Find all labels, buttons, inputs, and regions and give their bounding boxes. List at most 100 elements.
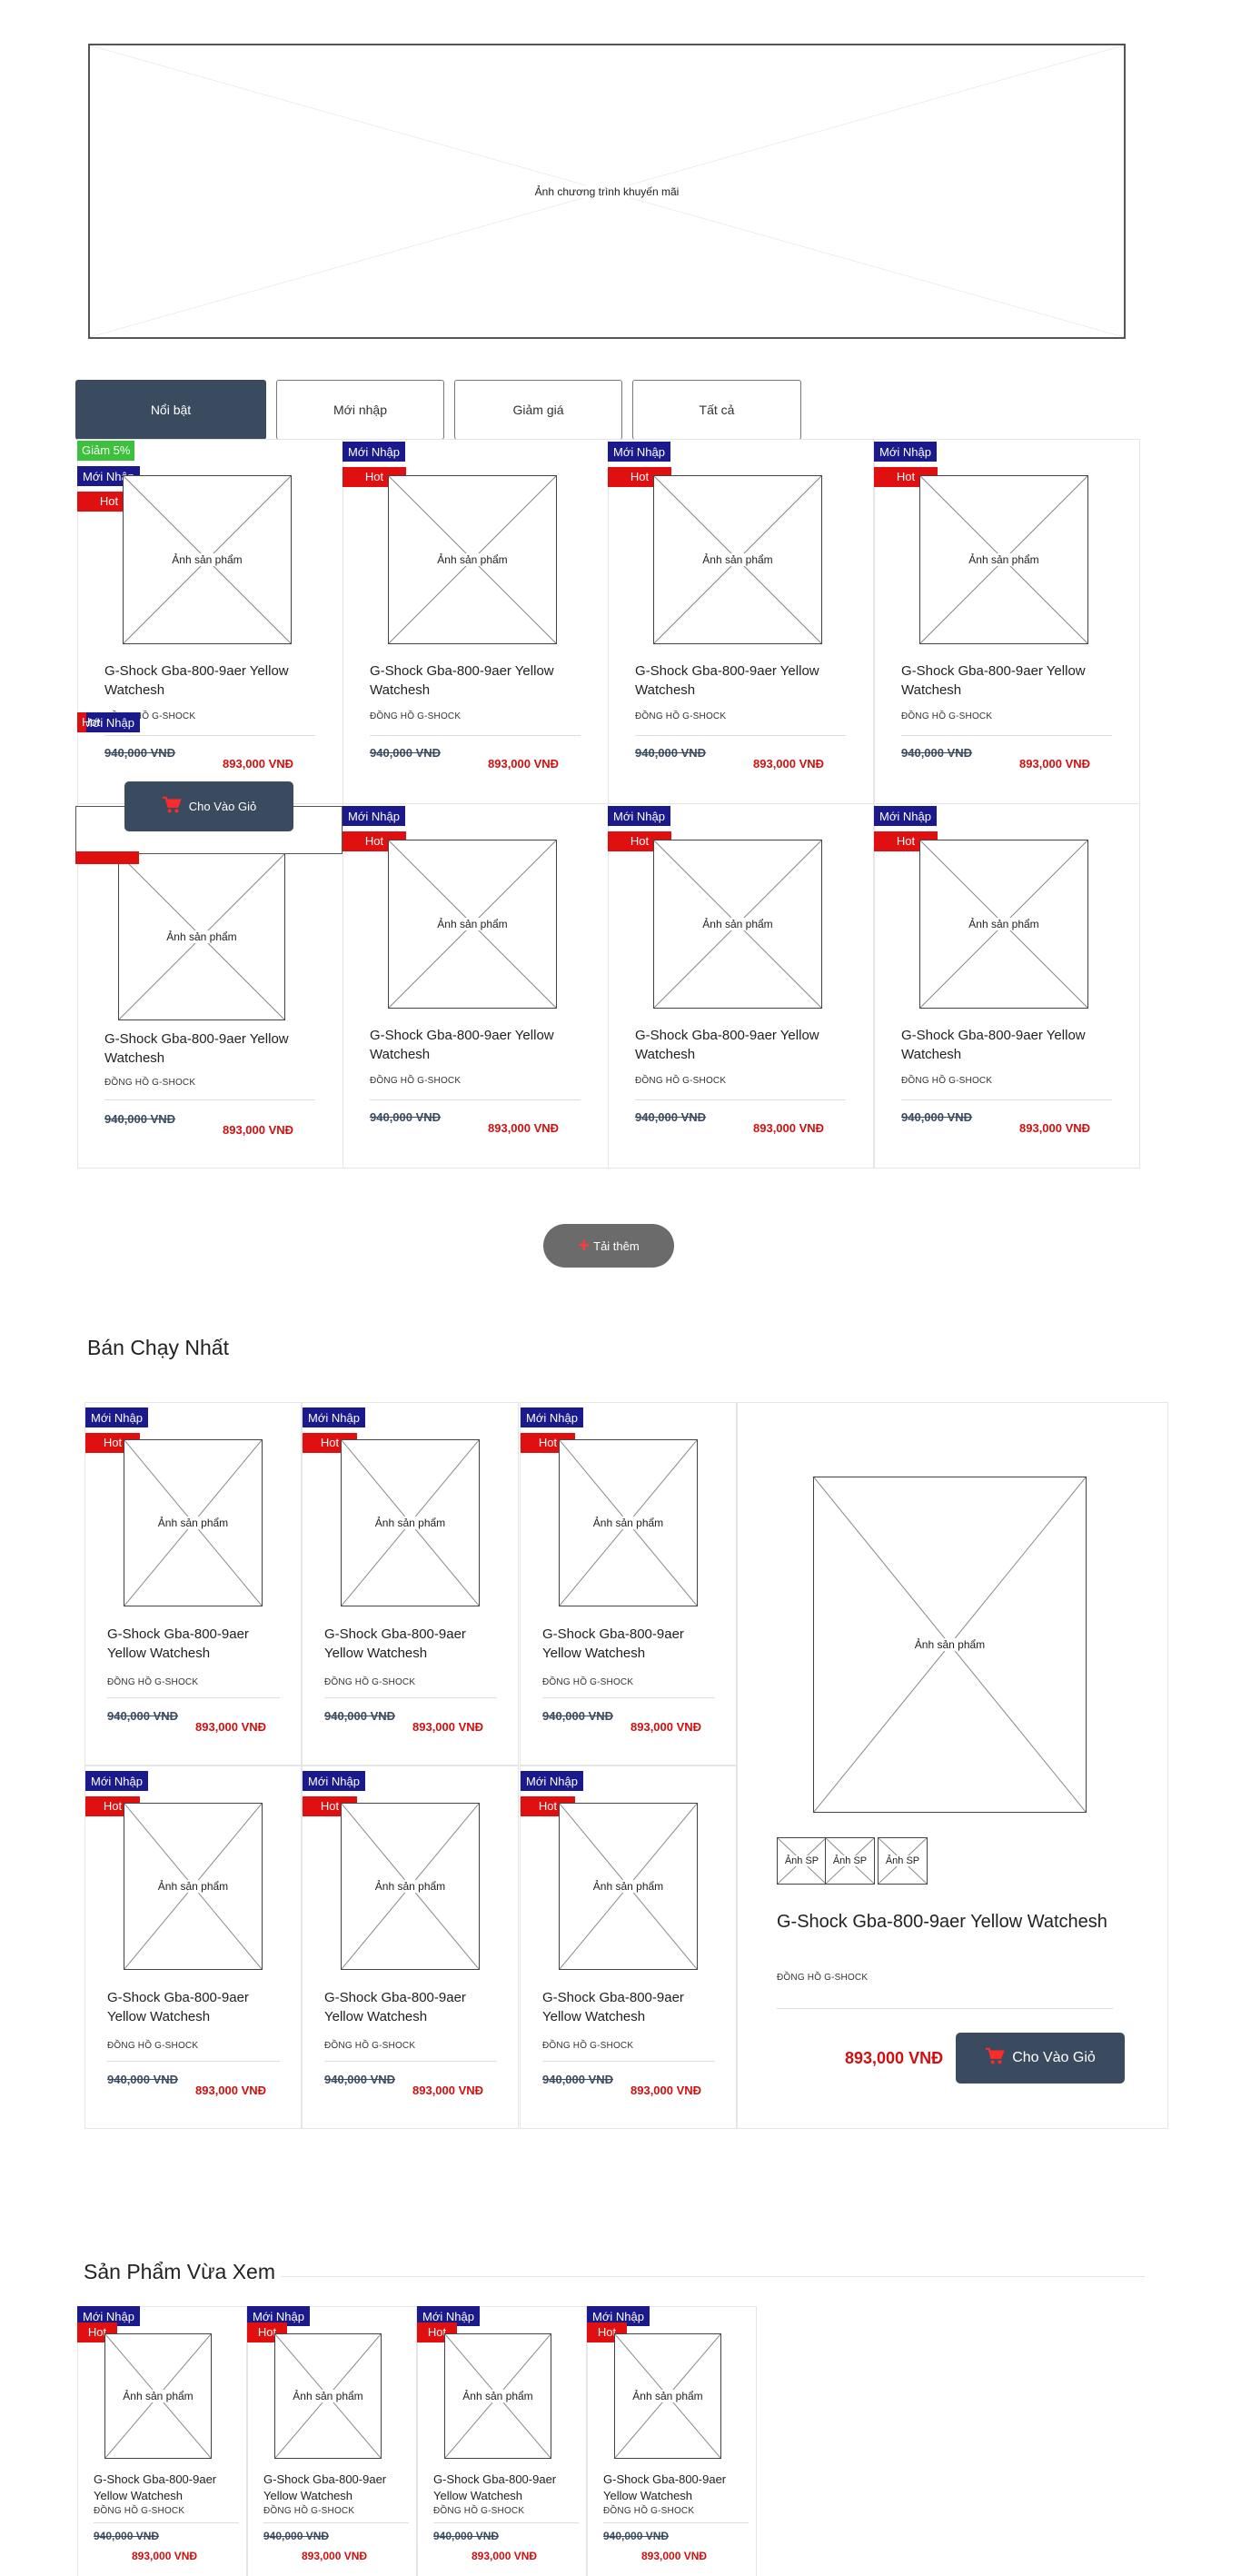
product-image[interactable]: Ảnh sản phẩm (444, 2333, 551, 2459)
product-image[interactable]: Ảnh sản phẩm (614, 2333, 721, 2459)
featured-image-label: Ảnh sản phẩm (912, 1638, 988, 1651)
product-name[interactable]: G-Shock Gba-800-9aer Yellow Watchesh (542, 1625, 715, 1663)
product-image[interactable]: Ảnh sản phẩm (274, 2333, 382, 2459)
product-image-label: Ảnh sản phẩm (700, 918, 775, 930)
product-name[interactable]: G-Shock Gba-800-9aer Yellow Watchesh (104, 1029, 315, 1068)
product-name[interactable]: G-Shock Gba-800-9aer Yellow Watchesh (107, 1988, 280, 2026)
product-name[interactable]: G-Shock Gba-800-9aer Yellow Watchesh (370, 1026, 581, 1064)
new-badge: Mới Nhập (303, 1407, 365, 1427)
new-badge: Mới Nhập (608, 806, 670, 826)
new-badge: Mới Nhập (303, 1771, 365, 1791)
product-image[interactable]: Ảnh sản phẩm (919, 475, 1088, 644)
product-image-label: Ảnh sản phẩm (121, 2390, 195, 2402)
price-divider (324, 1697, 497, 1698)
product-name[interactable]: G-Shock Gba-800-9aer Yellow Watchesh (94, 2472, 239, 2504)
product-image[interactable]: Ảnh sản phẩm (653, 475, 822, 644)
product-image-label: Ảnh sản phẩm (591, 1517, 666, 1529)
product-category: ĐỒNG HỒ G-SHOCK (901, 711, 993, 721)
load-more-button[interactable]: + Tải thêm (543, 1224, 674, 1268)
product-category: ĐỒNG HỒ G-SHOCK (370, 711, 462, 721)
new-badge: Mới Nhập (874, 442, 937, 462)
product-image[interactable]: Ảnh sản phẩm (124, 1439, 263, 1606)
old-price: 940,000 VNĐ (901, 746, 973, 760)
product-name[interactable]: G-Shock Gba-800-9aer Yellow Watchesh (104, 661, 315, 700)
product-image-label: Ảnh sản phẩm (967, 553, 1041, 566)
sale-price: 893,000 VNĐ (1019, 1121, 1091, 1135)
product-image-label: Ảnh sản phẩm (372, 1880, 448, 1893)
old-price: 940,000 VNĐ (370, 1110, 442, 1124)
product-name[interactable]: G-Shock Gba-800-9aer Yellow Watchesh (107, 1625, 280, 1663)
product-name[interactable]: G-Shock Gba-800-9aer Yellow Watchesh (901, 1026, 1112, 1064)
old-price: 940,000 VNĐ (635, 1110, 707, 1124)
tab-discount[interactable]: Giảm giá (454, 380, 622, 440)
product-image[interactable]: Ảnh sản phẩm (388, 475, 557, 644)
featured-add-to-cart-button[interactable]: Cho Vào Giỏ (956, 2033, 1125, 2084)
price-divider (107, 1697, 280, 1698)
recent-title: Sản Phẩm Vừa Xem (84, 2260, 275, 2283)
product-category: ĐỒNG HỒ G-SHOCK (603, 2506, 695, 2516)
featured-thumbnail-label: Ảnh SP (830, 1855, 869, 1866)
product-name[interactable]: G-Shock Gba-800-9aer Yellow Watchesh (901, 661, 1112, 700)
featured-thumbnail[interactable]: Ảnh SP (878, 1837, 928, 1885)
featured-image[interactable]: Ảnh sản phẩm (813, 1477, 1087, 1813)
product-image[interactable]: Ảnh sản phẩm (653, 840, 822, 1009)
product-name[interactable]: G-Shock Gba-800-9aer Yellow Watchesh (324, 1625, 497, 1663)
featured-name[interactable]: G-Shock Gba-800-9aer Yellow Watchesh (777, 1912, 1107, 1933)
price-divider (433, 2522, 579, 2523)
tab-new-arrivals[interactable]: Mới nhập (276, 380, 444, 440)
product-name[interactable]: G-Shock Gba-800-9aer Yellow Watchesh (433, 2472, 579, 2504)
tab-all[interactable]: Tất cả (632, 380, 801, 440)
price-divider (635, 1099, 846, 1100)
product-name[interactable]: G-Shock Gba-800-9aer Yellow Watchesh (370, 661, 581, 700)
product-image[interactable]: Ảnh sản phẩm (341, 1803, 480, 1970)
price-divider (542, 2061, 715, 2062)
featured-thumbnail[interactable]: Ảnh SP (825, 1837, 875, 1885)
product-name[interactable]: G-Shock Gba-800-9aer Yellow Watchesh (635, 661, 846, 700)
product-image-label: Ảnh sản phẩm (170, 553, 244, 566)
product-category: ĐỒNG HỒ G-SHOCK (107, 2041, 199, 2051)
price-divider (104, 1099, 315, 1100)
sale-price: 893,000 VNĐ (488, 757, 560, 771)
product-image[interactable]: Ảnh sản phẩm (118, 853, 285, 1020)
tab-featured[interactable]: Nổi bật (75, 380, 266, 440)
product-category: ĐỒNG HỒ G-SHOCK (324, 2041, 416, 2051)
hot-badge-partial (75, 851, 139, 864)
add-to-cart-button[interactable]: Cho Vào Giỏ (124, 781, 293, 831)
product-image[interactable]: Ảnh sản phẩm (124, 1803, 263, 1970)
product-image[interactable]: Ảnh sản phẩm (341, 1439, 480, 1606)
product-category: ĐỒNG HỒ G-SHOCK (635, 1076, 727, 1086)
product-image[interactable]: Ảnh sản phẩm (388, 840, 557, 1009)
product-image-label: Ảnh sản phẩm (164, 930, 239, 943)
product-name[interactable]: G-Shock Gba-800-9aer Yellow Watchesh (263, 2472, 409, 2504)
plus-icon: + (578, 1234, 591, 1257)
promo-banner[interactable]: Ảnh chương trình khuyến mãi (88, 44, 1126, 339)
product-image[interactable]: Ảnh sản phẩm (559, 1439, 698, 1606)
old-price: 940,000 VNĐ (542, 2073, 614, 2086)
product-category: ĐỒNG HỒ G-SHOCK (433, 2506, 525, 2516)
product-name[interactable]: G-Shock Gba-800-9aer Yellow Watchesh (324, 1988, 497, 2026)
product-image[interactable]: Ảnh sản phẩm (919, 840, 1088, 1009)
old-price: 940,000 VNĐ (324, 2073, 396, 2086)
product-category: ĐỒNG HỒ G-SHOCK (94, 2506, 185, 2516)
product-category: ĐỒNG HỒ G-SHOCK (370, 1076, 462, 1086)
new-badge: Mới Nhập (343, 442, 405, 462)
old-price: 940,000 VNĐ (324, 1709, 396, 1723)
featured-thumbnail[interactable]: Ảnh SP (777, 1837, 827, 1885)
product-image[interactable]: Ảnh sản phẩm (559, 1803, 698, 1970)
product-name[interactable]: G-Shock Gba-800-9aer Yellow Watchesh (603, 2472, 749, 2504)
product-category: ĐỒNG HỒ G-SHOCK (263, 2506, 355, 2516)
product-name[interactable]: G-Shock Gba-800-9aer Yellow Watchesh (542, 1988, 715, 2026)
old-price: 940,000 VNĐ (107, 1709, 179, 1723)
product-image[interactable]: Ảnh sản phẩm (104, 2333, 212, 2459)
new-badge: Mới Nhập (521, 1407, 583, 1427)
cart-icon (985, 2047, 1005, 2070)
divider (777, 2008, 1113, 2009)
product-image-label: Ảnh sản phẩm (591, 1880, 666, 1893)
product-image-label: Ảnh sản phẩm (372, 1517, 448, 1529)
price-divider (94, 2522, 239, 2523)
product-image[interactable]: Ảnh sản phẩm (123, 475, 292, 644)
old-price: 940,000 VNĐ (542, 1709, 614, 1723)
product-image-label: Ảnh sản phẩm (630, 2390, 705, 2402)
old-price: 940,000 VNĐ (603, 2530, 670, 2542)
product-name[interactable]: G-Shock Gba-800-9aer Yellow Watchesh (635, 1026, 846, 1064)
